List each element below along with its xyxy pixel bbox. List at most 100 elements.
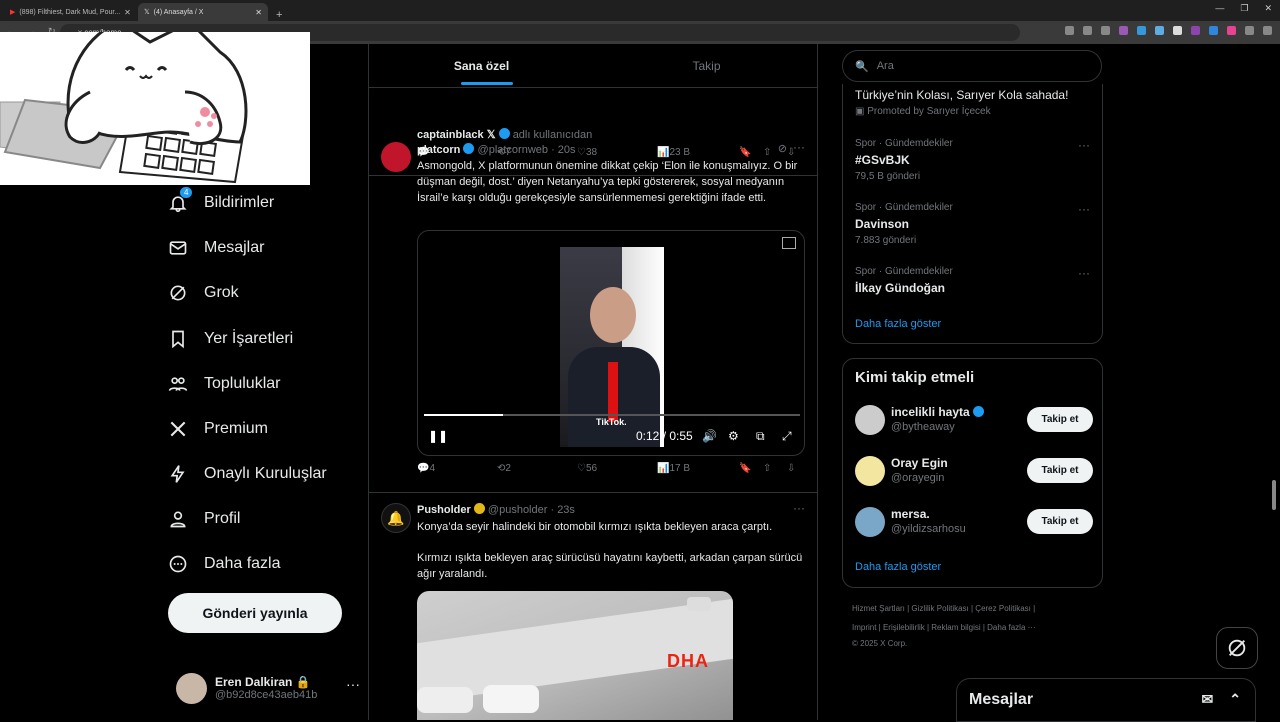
bookmark-icon[interactable]: 🔖 [739,463,751,474]
sidebar-item-notifications[interactable]: 4 Bildirimler [168,187,274,213]
video-progress-bar[interactable] [424,414,800,416]
show-more-follow-link[interactable]: Daha fazla göster [855,561,941,573]
settings-icon[interactable]: ⚙ [728,429,739,443]
sidebar-item-verified-orgs[interactable]: Onaylı Kuruluşlar [168,464,327,484]
trend-item[interactable]: Spor · Gündemdekiler Davinson 7.883 gönd… [855,202,953,246]
search-icon: 🔍 [855,60,869,73]
grok-fab-button[interactable] [1216,627,1258,669]
minimize-icon[interactable]: — [1215,3,1224,14]
menu-icon[interactable] [1263,26,1272,35]
more-icon[interactable]: ··· [1078,266,1090,280]
promo-title[interactable]: Türkiye’nin Kolası, Sarıyer Kola sahada! [855,88,1068,102]
notification-badge: 4 [180,187,193,198]
search-input[interactable]: 🔍 Ara [842,50,1102,82]
pause-icon[interactable]: ❚❚ [428,429,448,443]
bookmark-icon [172,330,184,349]
messages-drawer[interactable]: Mesajlar ✉ ⌃ [956,678,1256,722]
sidebar-item-profile[interactable]: Profil [168,509,240,529]
follow-suggestion[interactable]: Oray Egin @orayegin Takip et [855,454,1093,490]
fullscreen-icon[interactable]: ⤢ [782,429,792,444]
show-more-trends-link[interactable]: Daha fazla göster [855,318,941,330]
youtube-icon: ▶ [10,9,16,16]
extension-icon[interactable] [1119,26,1128,35]
repost-button[interactable]: ⟲ 2 [497,463,511,474]
extension-icon[interactable] [1209,26,1218,35]
tweet-platcorn[interactable]: platcorn @platcornweb · 20s ⊘ ··· Asmong… [369,132,817,493]
tiktok-watermark: TikTok. [596,417,627,427]
lock-icon: 🔒 [295,675,311,689]
follow-button[interactable]: Takip et [1027,509,1093,534]
extension-icon[interactable] [1137,26,1146,35]
maximize-icon[interactable]: ❐ [1240,3,1248,14]
extension-icon[interactable] [1191,26,1200,35]
extension-icon[interactable] [1155,26,1164,35]
copyright: © 2025 X Corp. [852,639,908,648]
puzzle-icon[interactable] [1245,26,1254,35]
sidebar-item-bookmarks[interactable]: Yer İşaretleri [168,329,293,349]
more-icon[interactable]: ··· [793,140,805,154]
close-icon[interactable]: ✕ [255,8,262,17]
trend-item[interactable]: Spor · Gündemdekiler İlkay Gündoğan [855,266,953,295]
follow-suggestion[interactable]: incelikli hayta @bytheaway Takip et [855,403,1093,439]
window-controls: — ❐ ✕ [1215,3,1272,14]
tweet-author: platcorn @platcornweb · 20s [417,143,576,156]
more-circle-icon [169,555,187,573]
browser-tab-active[interactable]: 𝕏 (4) Anasayfa / X ✕ [138,3,268,21]
bell-avatar-icon[interactable]: 🔔 [381,503,411,533]
close-icon[interactable]: ✕ [124,8,131,17]
tab-for-you[interactable]: Sana özel [369,44,594,87]
video-player[interactable]: TikTok. ❚❚ 0:12 / 0:55 🔊 ⚙ ⧉ ⤢ [417,230,805,456]
follow-button[interactable]: Takip et [1027,407,1093,432]
verified-badge-icon [463,143,475,154]
footer-links[interactable]: Hizmet Şartları | Gizlilik Politikası | … [852,604,1035,613]
close-window-icon[interactable]: ✕ [1264,3,1272,14]
views-count[interactable]: 📊 17 B [657,463,690,474]
follow-button[interactable]: Takip et [1027,458,1093,483]
tweet-pusholder[interactable]: 🔔 Pusholder @pusholder · 23s ··· Konya’d… [369,493,817,720]
timeline: Sana özel Takip captainblack 𝕏 adlı kull… [368,44,818,720]
avatar[interactable] [381,142,411,172]
more-icon[interactable]: ··· [793,501,805,515]
tab-following[interactable]: Takip [594,44,817,87]
account-handle: @b92d8ce43aeb41b [215,689,318,701]
scrollbar[interactable] [1272,480,1276,510]
pip-icon[interactable]: ⧉ [756,429,765,444]
sidebar-item-grok[interactable]: Grok [168,283,239,303]
mail-icon [169,241,187,255]
post-button[interactable]: Gönderi yayınla [168,593,342,633]
account-switcher[interactable]: Eren Dalkiran 🔒 @b92d8ce43aeb41b ··· [176,668,366,708]
new-message-icon[interactable]: ✉ [1202,691,1214,708]
tweet-image[interactable]: DHA [417,591,733,720]
sidebar-item-more[interactable]: Daha fazla [168,554,281,574]
extension-icon[interactable] [1227,26,1236,35]
verified-gold-badge-icon [473,503,485,514]
account-name: Eren Dalkiran 🔒 [215,675,311,689]
who-to-follow-title: Kimi takip etmeli [855,369,975,386]
grok-explain-icon[interactable]: ⊘ [778,142,787,155]
cast-icon[interactable] [1065,26,1074,35]
sidebar-item-messages[interactable]: Mesajlar [168,238,264,258]
star-icon[interactable] [1101,26,1110,35]
timeline-tabs: Sana özel Takip [369,44,817,88]
reply-button[interactable]: 💬 4 [417,463,435,474]
more-icon[interactable]: ··· [1078,202,1090,216]
volume-icon[interactable]: 🔊 [702,429,717,443]
cat-keyboard-overlay [0,32,310,185]
expand-icon[interactable]: ⌃ [1229,691,1241,708]
like-button[interactable]: ♡ 56 [577,463,597,474]
follow-suggestion[interactable]: mersa. @yildizsarhosu Takip et [855,505,1093,541]
more-icon[interactable]: ··· [346,676,360,692]
more-icon[interactable]: ··· [1078,138,1090,152]
download-icon[interactable]: ⇩ [787,463,795,474]
tweet-text-2: Kırmızı ışıkta bekleyen araç sürücüsü ha… [417,552,803,580]
share-icon[interactable]: ⇧ [763,463,771,474]
video-logo-icon [782,237,796,249]
sidebar-item-premium[interactable]: Premium [168,419,268,439]
new-tab-button[interactable]: + [276,9,282,21]
extension-icon[interactable] [1173,26,1182,35]
zoom-icon[interactable] [1083,26,1092,35]
sidebar-item-communities[interactable]: Topluluklar [168,374,280,394]
trend-item[interactable]: Spor · Gündemdekiler #GSvBJK 79,5 B gönd… [855,138,953,182]
footer-links[interactable]: Imprint | Erişilebilirlik | Reklam bilgi… [852,623,1036,632]
browser-tab[interactable]: ▶ (898) Filthiest, Dark Mud, Pour... ✕ [4,3,134,21]
